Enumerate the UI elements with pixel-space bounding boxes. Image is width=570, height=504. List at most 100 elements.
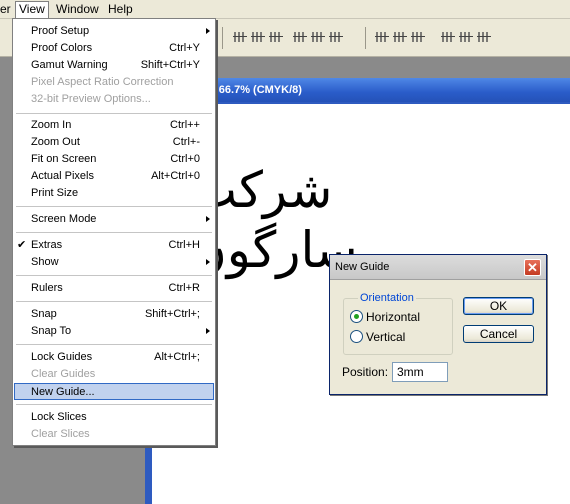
view-menu-dropdown: Proof Setup Proof Colors Ctrl+Y Gamut War… [12, 18, 216, 446]
menu-item-label: Snap [31, 308, 57, 320]
menu-item-label: Clear Guides [31, 368, 96, 380]
submenu-arrow-icon [206, 216, 210, 222]
cancel-button[interactable]: Cancel [463, 325, 534, 343]
shortcut-label: Ctrl++ [170, 119, 200, 131]
shortcut-label: Ctrl+R [168, 282, 200, 294]
menu-separator [16, 206, 212, 207]
radio-unselected-icon [350, 330, 363, 343]
menu-item-fit-on-screen[interactable]: Fit on Screen Ctrl+0 [14, 151, 214, 168]
menu-item-snap-to[interactable]: Snap To [14, 323, 214, 340]
menu-item-label: Snap To [31, 325, 72, 337]
checkmark-icon: ✔ [17, 239, 27, 251]
orientation-group [343, 298, 453, 355]
menu-separator [16, 344, 212, 345]
menu-item-label: Pixel Aspect Ratio Correction [31, 76, 174, 88]
shortcut-label: Alt+Ctrl+; [154, 351, 200, 363]
toolbar-separator [365, 27, 366, 49]
distribute-horizontal-centers-icon[interactable] [459, 30, 473, 44]
align-right-edges-icon[interactable] [329, 30, 343, 44]
align-vertical-centers-icon[interactable] [251, 30, 265, 44]
menu-item-label: Actual Pixels [31, 170, 94, 182]
radio-horizontal[interactable]: Horizontal [350, 309, 450, 325]
distribute-top-icon[interactable] [375, 30, 389, 44]
align-left-edges-icon[interactable] [293, 30, 307, 44]
menu-item-new-guide[interactable]: New Guide... [14, 383, 214, 400]
menu-item-zoom-out[interactable]: Zoom Out Ctrl+- [14, 134, 214, 151]
menu-item-gamut-warning[interactable]: Gamut Warning Shift+Ctrl+Y [14, 57, 214, 74]
submenu-arrow-icon [206, 328, 210, 334]
menu-item-label: Extras [31, 239, 63, 251]
menu-separator [16, 113, 212, 114]
align-buttons-group [233, 30, 343, 46]
dialog-title-bar[interactable]: New Guide ✕ [330, 255, 546, 280]
radio-selected-icon [350, 310, 363, 323]
menu-bar: er View Window Help [0, 0, 570, 19]
menu-item-lock-guides[interactable]: Lock Guides Alt+Ctrl+; [14, 349, 214, 366]
distribute-bottom-icon[interactable] [411, 30, 425, 44]
menu-item-label: Rulers [31, 282, 63, 294]
radio-label: Vertical [366, 330, 406, 344]
shortcut-label: Alt+Ctrl+0 [151, 170, 200, 182]
distribute-vertical-group [375, 30, 425, 46]
menu-item-label: Gamut Warning [31, 59, 108, 71]
menu-separator [16, 404, 212, 405]
menu-item-proof-colors[interactable]: Proof Colors Ctrl+Y [14, 40, 214, 57]
ok-button[interactable]: OK [463, 297, 534, 315]
menu-item-label: Print Size [31, 187, 79, 199]
distribute-left-icon[interactable] [441, 30, 455, 44]
position-label: Position: [342, 365, 389, 379]
shortcut-label: Ctrl+0 [170, 153, 200, 165]
close-icon[interactable]: ✕ [524, 259, 541, 276]
menu-item-label: Proof Setup [31, 25, 90, 37]
distribute-horizontal-group [441, 30, 491, 46]
menu-item-label: 32-bit Preview Options... [31, 93, 151, 105]
menu-item-label: New Guide... [31, 386, 95, 398]
menu-item-snap[interactable]: Snap Shift+Ctrl+; [14, 306, 214, 323]
shortcut-label: Ctrl+- [172, 136, 200, 148]
menu-item-zoom-in[interactable]: Zoom In Ctrl++ [14, 117, 214, 134]
dialog-title: New Guide [335, 261, 390, 273]
submenu-arrow-icon [206, 259, 210, 265]
menu-item-lock-slices[interactable]: Lock Slices [14, 409, 214, 426]
menu-item-32bit-preview: 32-bit Preview Options... [14, 91, 214, 108]
menu-item-label: Lock Guides [31, 351, 93, 363]
shortcut-label: Shift+Ctrl+; [144, 308, 200, 320]
radio-label: Horizontal [366, 310, 421, 324]
menu-item-label: Fit on Screen [31, 153, 97, 165]
shortcut-label: Ctrl+Y [169, 42, 200, 54]
menu-item-label: Zoom In [31, 119, 72, 131]
menu-separator [16, 301, 212, 302]
menu-item-clear-slices: Clear Slices [14, 426, 214, 443]
menu-item-clear-guides: Clear Guides [14, 366, 214, 383]
menu-item-proof-setup[interactable]: Proof Setup [14, 23, 214, 40]
distribute-vertical-centers-icon[interactable] [393, 30, 407, 44]
menu-view[interactable]: View [15, 1, 49, 19]
menu-item-label: Clear Slices [31, 428, 90, 440]
submenu-arrow-icon [206, 28, 210, 34]
toolbar-separator [222, 27, 223, 49]
menu-item-screen-mode[interactable]: Screen Mode [14, 211, 214, 228]
menu-item-extras[interactable]: ✔ Extras Ctrl+H [14, 237, 214, 254]
menu-item-pixel-aspect-ratio: Pixel Aspect Ratio Correction [14, 74, 214, 91]
menu-separator [16, 275, 212, 276]
menu-item-print-size[interactable]: Print Size [14, 185, 214, 202]
radio-vertical[interactable]: Vertical [350, 329, 450, 345]
menu-separator [16, 232, 212, 233]
menu-item-truncated[interactable]: er [0, 2, 14, 16]
menu-item-label: Show [31, 256, 59, 268]
align-top-edges-icon[interactable] [233, 30, 247, 44]
menu-item-show[interactable]: Show [14, 254, 214, 271]
orientation-legend: Orientation [358, 291, 416, 305]
menu-item-label: Proof Colors [31, 42, 93, 54]
distribute-right-icon[interactable] [477, 30, 491, 44]
menu-item-label: Zoom Out [31, 136, 80, 148]
menu-item-label: Lock Slices [31, 411, 87, 423]
menu-window[interactable]: Window [53, 2, 102, 16]
menu-item-actual-pixels[interactable]: Actual Pixels Alt+Ctrl+0 [14, 168, 214, 185]
shortcut-label: Ctrl+H [168, 239, 200, 251]
position-input[interactable]: 3mm [392, 362, 448, 382]
align-horizontal-centers-icon[interactable] [311, 30, 325, 44]
menu-item-rulers[interactable]: Rulers Ctrl+R [14, 280, 214, 297]
align-bottom-edges-icon[interactable] [269, 30, 283, 44]
menu-help[interactable]: Help [105, 2, 136, 16]
